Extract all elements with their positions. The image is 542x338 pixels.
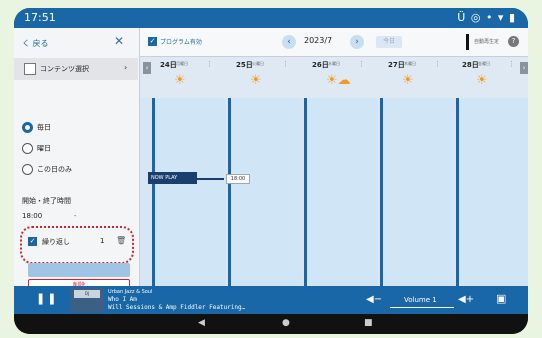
status-time: 17:51: [24, 11, 56, 24]
pause-icon[interactable]: ❚❚: [36, 292, 58, 305]
day-header[interactable]: 28日 金曜日 ⋮ ☀: [446, 57, 522, 97]
content-select-label: コンテンツ選択: [40, 65, 89, 73]
calendar-toolbar: ✓ プログラム有効 ‹ 2023/7 › 今日 自動再生定 ?: [140, 28, 528, 57]
track-artist: Will Sessions & Amp Fiddler Featuring…: [108, 304, 246, 311]
status-bar: 17:51 Ü ◎ • ▾ ▮: [14, 8, 528, 28]
nav-home-icon[interactable]: ●: [282, 318, 290, 328]
day-column[interactable]: [380, 98, 453, 286]
day-column[interactable]: [228, 98, 301, 286]
day-weekday: 金曜日: [478, 61, 490, 66]
day-column[interactable]: [152, 98, 225, 286]
album-art: DJ: [70, 288, 104, 312]
day-weekday: 火曜日: [252, 61, 264, 66]
radio-icon: [22, 164, 33, 175]
day-date: 28日: [462, 61, 479, 69]
day-header[interactable]: 27日 木曜日 ⋮ ☀: [372, 57, 448, 97]
back-link[interactable]: く 戻る: [22, 38, 49, 49]
volume-up-icon[interactable]: ◀+: [458, 294, 474, 305]
schedule-edit-panel: く 戻る ✕ コンテンツ選択 › 毎日 曜日 この日のみ 開始・終了時間 18:…: [14, 28, 140, 293]
sun-icon: ☀: [250, 73, 262, 88]
more-icon[interactable]: ⋮: [282, 60, 289, 68]
more-icon[interactable]: ⋮: [508, 60, 515, 68]
radio-icon: [22, 143, 33, 154]
volume-slider[interactable]: [390, 307, 454, 308]
chevron-right-icon: ›: [124, 63, 128, 72]
more-icon[interactable]: ⋮: [358, 60, 365, 68]
save-button[interactable]: [28, 263, 130, 277]
status-icons: Ü ◎ • ▾ ▮: [457, 11, 516, 24]
tablet-device: 17:51 Ü ◎ • ▾ ▮ く 戻る ✕ コンテンツ選択 › 毎日 曜日 こ…: [14, 8, 528, 334]
volume-down-icon[interactable]: ◀−: [366, 294, 382, 305]
station-name: Urban Jazz & Soul: [108, 289, 153, 295]
android-nav-bar: ◀ ● ■: [14, 314, 528, 334]
album-art-label: DJ: [74, 290, 100, 298]
radio-weekday-label: 曜日: [37, 144, 51, 153]
sun-cloud-icon: ☀☁: [326, 73, 351, 88]
now-line: [196, 178, 224, 180]
nav-back-icon[interactable]: ◀: [198, 318, 205, 328]
start-time-field[interactable]: 18:00: [22, 212, 42, 220]
repeat-row: ✓ 繰り返し 1 🗑: [28, 236, 128, 248]
track-title: Who I Am: [108, 296, 137, 303]
more-icon[interactable]: ⋮: [434, 60, 441, 68]
program-enable-label: プログラム有効: [160, 39, 202, 46]
schedule-grid[interactable]: [140, 98, 528, 286]
radio-daily-label: 毎日: [37, 123, 51, 132]
auto-play-label: 自動再生定: [474, 39, 500, 45]
sun-icon: ☀: [402, 73, 414, 88]
radio-daily[interactable]: 毎日: [22, 122, 51, 133]
cast-icon[interactable]: ▣: [496, 292, 506, 305]
more-icon[interactable]: ⋮: [206, 60, 213, 68]
day-header[interactable]: 26日 水曜日 ⋮ ☀☁: [296, 57, 372, 97]
program-enable-checkbox[interactable]: ✓: [148, 37, 157, 46]
day-header[interactable]: 24日 月曜日 ⋮ ☀: [144, 57, 220, 97]
trash-icon[interactable]: 🗑: [116, 236, 126, 245]
sun-icon: ☀: [476, 73, 488, 88]
sun-icon: ☀: [174, 73, 186, 88]
time-separator: -: [74, 212, 77, 220]
help-icon[interactable]: ?: [508, 36, 519, 47]
period-label: 開始・終了時間: [22, 197, 71, 205]
repeat-label: 繰り返し: [42, 238, 70, 246]
day-header[interactable]: 25日 火曜日 ⋮ ☀: [220, 57, 296, 97]
radio-this-day[interactable]: この日のみ: [22, 164, 72, 175]
month-prev-button[interactable]: ‹: [282, 35, 296, 49]
now-time-label: 18:00: [226, 174, 250, 184]
radio-weekday[interactable]: 曜日: [22, 143, 51, 154]
month-next-button[interactable]: ›: [350, 35, 364, 49]
close-icon[interactable]: ✕: [114, 34, 124, 48]
app-screen: く 戻る ✕ コンテンツ選択 › 毎日 曜日 この日のみ 開始・終了時間 18:…: [14, 28, 528, 293]
month-label: 2023/7: [304, 36, 333, 45]
day-column[interactable]: [456, 98, 528, 286]
repeat-checkbox[interactable]: ✓: [28, 237, 37, 246]
toolbar-divider: [466, 34, 469, 50]
day-date: 26日: [312, 61, 329, 69]
day-weekday: 月曜日: [176, 61, 188, 66]
day-column[interactable]: [304, 98, 377, 286]
today-button[interactable]: 今日: [376, 36, 402, 48]
repeat-count[interactable]: 1: [100, 237, 104, 245]
day-date: 24日: [160, 61, 177, 69]
volume-label: Volume 1: [404, 296, 437, 304]
player-bar: ❚❚ DJ Urban Jazz & Soul Who I Am Will Se…: [14, 286, 528, 314]
day-date: 25日: [236, 61, 253, 69]
content-icon: [24, 63, 36, 75]
nav-recent-icon[interactable]: ■: [364, 318, 373, 328]
now-play-marker: NOW PLAY: [148, 172, 197, 184]
radio-this-day-label: この日のみ: [37, 165, 72, 174]
radio-selected-icon: [22, 122, 33, 133]
content-select-button[interactable]: コンテンツ選択 ›: [14, 58, 138, 80]
day-weekday: 水曜日: [328, 61, 340, 66]
day-date: 27日: [388, 61, 405, 69]
day-weekday: 木曜日: [404, 61, 416, 66]
